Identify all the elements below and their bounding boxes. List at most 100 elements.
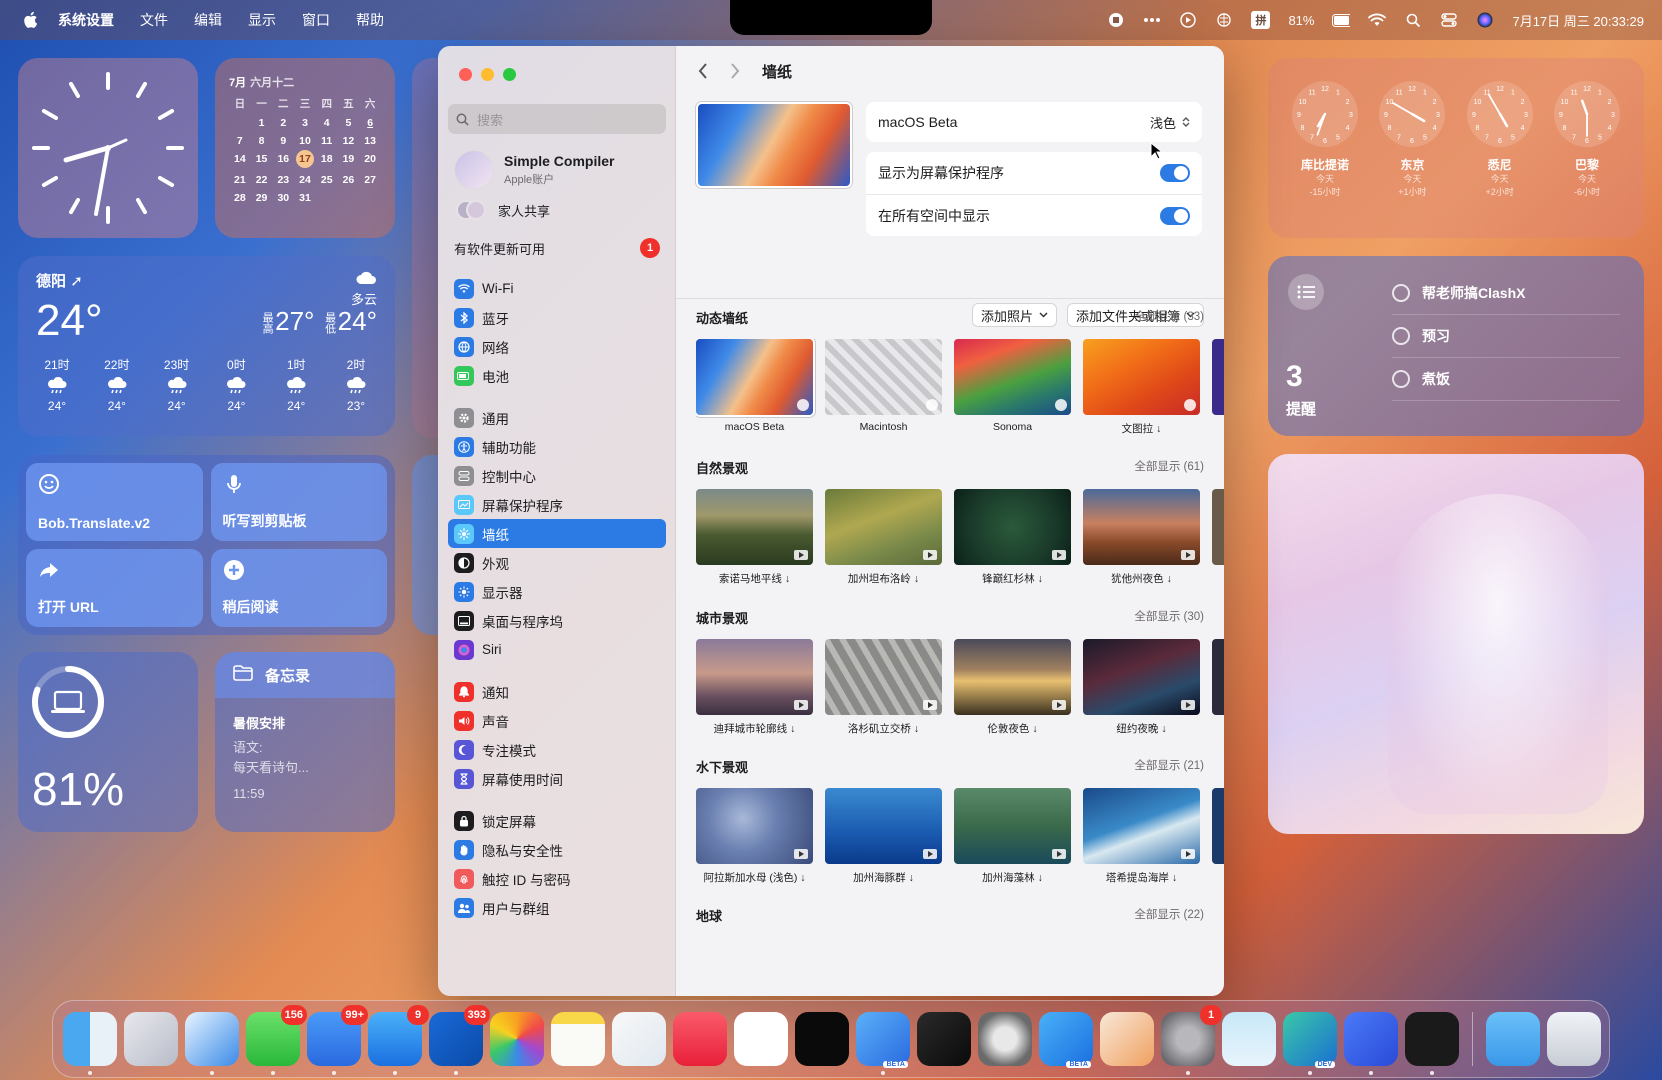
system-settings-icon[interactable]: 1 bbox=[1161, 1005, 1222, 1075]
more-icon[interactable] bbox=[1143, 11, 1161, 29]
sidebar-item[interactable]: 网络 bbox=[448, 332, 666, 361]
wallpaper-tile[interactable]: macOS Beta bbox=[696, 339, 813, 436]
wallpaper-tile[interactable]: 加州海藻林 ↓ bbox=[954, 788, 1071, 885]
downloads-folder-icon[interactable] bbox=[1486, 1012, 1540, 1066]
show-all-button[interactable]: 全部显示 (30) bbox=[1134, 608, 1204, 627]
sidebar-item[interactable]: 蓝牙 bbox=[448, 303, 666, 332]
sidebar-item[interactable]: 隐私与安全性 bbox=[448, 835, 666, 864]
sidebar-item[interactable]: 锁定屏幕 bbox=[448, 806, 666, 835]
all-spaces-toggle[interactable] bbox=[1160, 206, 1190, 225]
battery-icon[interactable] bbox=[1332, 11, 1351, 29]
apple-account[interactable]: Simple Compiler Apple账户 bbox=[454, 150, 614, 190]
wallpaper-tile[interactable]: 塔希提岛海岸 ↓ bbox=[1083, 788, 1200, 885]
wallpaper-tile[interactable]: 锋巅红杉林 ↓ bbox=[954, 489, 1071, 586]
bob-translate-icon[interactable] bbox=[1344, 1012, 1398, 1075]
safari-icon[interactable] bbox=[185, 1012, 239, 1075]
sidebar-item[interactable]: 显示器 bbox=[448, 577, 666, 606]
wallpaper-tile[interactable]: Macintosh bbox=[825, 339, 942, 436]
minimize-window-button[interactable] bbox=[481, 68, 494, 81]
siri-icon[interactable] bbox=[1476, 11, 1494, 29]
compressor-icon[interactable] bbox=[978, 1012, 1032, 1066]
zoom-window-button[interactable] bbox=[503, 68, 516, 81]
wallpaper-tile[interactable]: 阿拉斯加水母 (浅色) ↓ bbox=[696, 788, 813, 885]
wallpaper-tile[interactable]: 加州坦布洛岭 ↓ bbox=[825, 489, 942, 586]
pixelmator-icon[interactable] bbox=[1100, 1012, 1154, 1066]
wallpaper-tile[interactable]: 迪拜城市轮廓线 ↓ bbox=[696, 639, 813, 736]
edge-dev-icon[interactable]: DEV bbox=[1283, 1012, 1337, 1075]
back-chevron-icon[interactable] bbox=[698, 62, 712, 80]
chatgpt-icon[interactable] bbox=[734, 1012, 788, 1066]
shortcut-bob-translate[interactable]: Bob.Translate.v2 bbox=[26, 463, 203, 541]
menu-view[interactable]: 显示 bbox=[248, 10, 276, 30]
perplexity-icon[interactable] bbox=[795, 1012, 849, 1066]
sidebar-item[interactable]: Siri bbox=[448, 635, 666, 664]
spotlight-search-icon[interactable] bbox=[1404, 11, 1422, 29]
appearance-popup[interactable]: 浅色 bbox=[1150, 113, 1190, 132]
reminder-item[interactable]: 煮饭 bbox=[1392, 358, 1620, 401]
menubar-clock[interactable]: 7月17日 周三 20:33:29 bbox=[1512, 11, 1644, 30]
trash-icon[interactable] bbox=[1547, 1012, 1601, 1066]
input-method-indicator[interactable]: 拼 bbox=[1251, 11, 1271, 29]
sidebar-item[interactable]: 控制中心 bbox=[448, 461, 666, 490]
testflight-beta-icon[interactable]: BETA bbox=[1039, 1012, 1093, 1068]
sidebar-item[interactable]: 外观 bbox=[448, 548, 666, 577]
photo-widget[interactable] bbox=[1268, 454, 1644, 834]
notes-icon[interactable] bbox=[551, 1012, 605, 1066]
sidebar-item[interactable]: 通用 bbox=[448, 403, 666, 432]
sidebar-item[interactable]: 辅助功能 bbox=[448, 432, 666, 461]
battery-widget[interactable]: 81% bbox=[18, 652, 198, 832]
control-center-icon[interactable] bbox=[1440, 11, 1458, 29]
sidebar-item[interactable]: 屏幕保护程序 bbox=[448, 490, 666, 519]
wallpaper-tile[interactable]: 加州海豚群 ↓ bbox=[825, 788, 942, 885]
outlook-icon[interactable]: 393 bbox=[429, 1005, 490, 1075]
sidebar-item[interactable]: 桌面与程序坞 bbox=[448, 606, 666, 635]
shortcut-read-later[interactable]: 稍后阅读 bbox=[210, 549, 387, 627]
sidebar-item[interactable]: 用户与群组 bbox=[448, 893, 666, 922]
screensaver-toggle[interactable] bbox=[1160, 164, 1190, 182]
sidebar-item[interactable]: 声音 bbox=[448, 706, 666, 735]
finder-icon[interactable] bbox=[63, 1012, 117, 1075]
final-cut-icon[interactable] bbox=[917, 1012, 971, 1066]
show-all-button[interactable]: 全部显示 (33) bbox=[1134, 308, 1204, 327]
show-all-button[interactable]: 全部显示 (21) bbox=[1134, 757, 1204, 776]
calendar-widget[interactable]: 7月 六月十二 日一二三四五六 1 2 3 4 5 6 7 8 9 10 11 12 13 14 15 16 17 1… bbox=[215, 58, 395, 238]
sidebar-item[interactable]: 专注模式 bbox=[448, 735, 666, 764]
wallpaper-tile[interactable]: 纽约夜晚 ↓ bbox=[1083, 639, 1200, 736]
sidebar-item[interactable]: 通知 bbox=[448, 677, 666, 706]
close-window-button[interactable] bbox=[459, 68, 472, 81]
mail-icon[interactable]: 9 bbox=[368, 1005, 429, 1075]
reminder-item[interactable]: 帮老师搞ClashX bbox=[1392, 272, 1620, 315]
sidebar-item[interactable]: 触控 ID 与密码 bbox=[448, 864, 666, 893]
reminder-item[interactable]: 预习 bbox=[1392, 315, 1620, 358]
menu-file[interactable]: 文件 bbox=[140, 10, 168, 30]
xcode-beta-icon[interactable]: BETA bbox=[856, 1012, 910, 1075]
sidebar-item[interactable]: 电池 bbox=[448, 361, 666, 390]
play-circle-icon[interactable] bbox=[1179, 11, 1197, 29]
wallpaper-tile[interactable]: Sonoma bbox=[954, 339, 1071, 436]
brain-icon[interactable] bbox=[1215, 11, 1233, 29]
wifi-icon[interactable] bbox=[1368, 11, 1387, 29]
chat-icon[interactable]: 99+ bbox=[307, 1005, 368, 1075]
family-sharing[interactable]: 家人共享 bbox=[456, 200, 550, 220]
wallpaper-tile[interactable]: 索诺马地平线 ↓ bbox=[696, 489, 813, 586]
forward-chevron-icon[interactable] bbox=[730, 62, 744, 80]
reminder-checkbox[interactable] bbox=[1392, 327, 1410, 345]
messages-icon[interactable]: 156 bbox=[246, 1005, 307, 1075]
reminder-checkbox[interactable] bbox=[1392, 284, 1410, 302]
notes-widget[interactable]: 备忘录 暑假安排 语文: 每天看诗句... 11:59 bbox=[215, 652, 395, 832]
shortcut-dictate-clipboard[interactable]: 听写到剪贴板 bbox=[210, 463, 387, 541]
freeform-icon[interactable] bbox=[612, 1012, 666, 1066]
anime-app-icon[interactable] bbox=[1222, 1012, 1276, 1066]
sidebar-item[interactable]: 墙纸 bbox=[448, 519, 666, 548]
weather-widget[interactable]: 德阳 ➚ 24° 多云 最高27° 最低24° 21时 24° 22时 24° 23时 2… bbox=[18, 256, 395, 436]
wallpaper-tile[interactable]: 伦敦夜色 ↓ bbox=[954, 639, 1071, 736]
wallpaper-tile[interactable]: 文图拉 ↓ bbox=[1083, 339, 1200, 436]
apple-logo-icon[interactable] bbox=[22, 10, 42, 30]
reminders-widget[interactable]: 3 提醒 帮老师搞ClashX 预习 煮饭 bbox=[1268, 256, 1644, 436]
show-all-button[interactable]: 全部显示 (22) bbox=[1134, 906, 1204, 925]
menu-help[interactable]: 帮助 bbox=[356, 10, 384, 30]
music-icon[interactable] bbox=[673, 1012, 727, 1066]
reminder-checkbox[interactable] bbox=[1392, 370, 1410, 388]
analog-clock-widget[interactable] bbox=[18, 58, 198, 238]
sidebar-item[interactable]: Wi-Fi bbox=[448, 274, 666, 303]
